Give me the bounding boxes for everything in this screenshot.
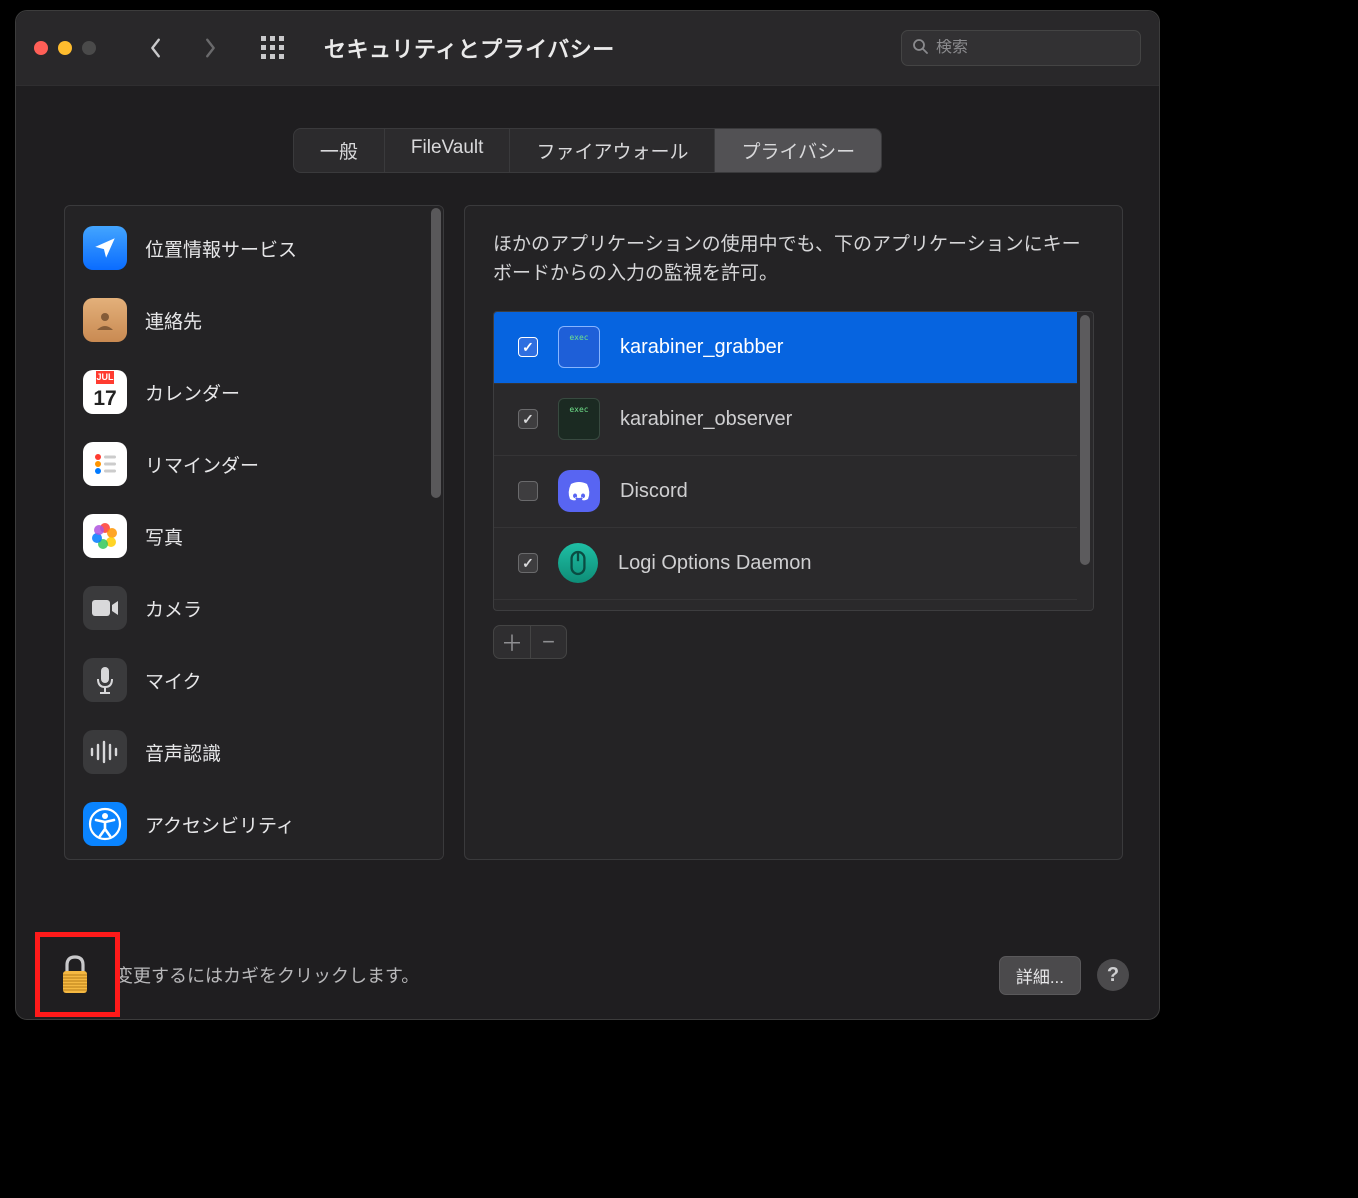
search-icon — [912, 38, 928, 59]
contacts-icon — [83, 298, 127, 342]
sidebar-item-mic[interactable]: マイク — [65, 644, 429, 716]
lock-button[interactable] — [47, 947, 103, 1003]
details-button[interactable]: 詳細... — [999, 956, 1081, 995]
terminal-exec-icon: exec — [558, 326, 600, 368]
close-window-button[interactable] — [34, 41, 48, 55]
toolbar: セキュリティとプライバシー — [16, 11, 1159, 86]
app-name-label: Logi Options Daemon — [618, 552, 811, 575]
panel-description: ほかのアプリケーションの使用中でも、下のアプリケーションにキーボードからの入力の… — [493, 230, 1094, 289]
sidebar-item-photos[interactable]: 写真 — [65, 500, 429, 572]
privacy-category-list: 位置情報サービス 連絡先 JUL 17 カレンダー — [64, 205, 444, 860]
search-field[interactable] — [901, 30, 1141, 66]
sidebar-item-contacts[interactable]: 連絡先 — [65, 284, 429, 356]
zoom-window-button[interactable] — [82, 41, 96, 55]
sidebar-item-label: 音声認識 — [145, 739, 221, 766]
sidebar-item-label: リマインダー — [145, 451, 259, 478]
camera-icon — [83, 586, 127, 630]
tab-filevault[interactable]: FileVault — [385, 129, 511, 172]
search-wrap — [901, 30, 1141, 66]
footer-right: 詳細... ? — [999, 956, 1129, 995]
sidebar-item-calendar[interactable]: JUL 17 カレンダー — [65, 356, 429, 428]
calendar-day-label: 17 — [93, 384, 116, 414]
accessibility-icon — [83, 802, 127, 846]
tabbar: 一般 FileVault ファイアウォール プライバシー — [293, 128, 882, 173]
sidebar-item-location[interactable]: 位置情報サービス — [65, 206, 429, 284]
app-row-karabiner-observer[interactable]: exec karabiner_observer — [494, 384, 1077, 456]
tabbar-wrap: 一般 FileVault ファイアウォール プライバシー — [16, 86, 1159, 173]
app-list-scrollbar[interactable] — [1077, 312, 1093, 610]
location-icon — [83, 226, 127, 270]
privacy-category-scroll[interactable]: 位置情報サービス 連絡先 JUL 17 カレンダー — [65, 206, 429, 859]
search-input[interactable] — [936, 39, 1130, 57]
sidebar-item-label: カレンダー — [145, 379, 240, 406]
help-button[interactable]: ? — [1097, 959, 1129, 991]
reminders-icon — [83, 442, 127, 486]
discord-icon — [558, 470, 600, 512]
sidebar-item-label: 連絡先 — [145, 307, 202, 334]
sidebar-item-label: カメラ — [145, 595, 202, 622]
sidebar-scrollbar[interactable] — [429, 206, 443, 859]
mouse-icon — [558, 543, 598, 583]
traffic-lights — [34, 41, 96, 55]
back-button[interactable] — [142, 34, 170, 62]
remove-app-button[interactable]: − — [530, 626, 566, 658]
tab-general[interactable]: 一般 — [294, 129, 385, 172]
app-checkbox[interactable] — [518, 553, 538, 573]
app-checkbox[interactable] — [518, 337, 538, 357]
app-permission-panel: ほかのアプリケーションの使用中でも、下のアプリケーションにキーボードからの入力の… — [464, 205, 1123, 860]
window-title: セキュリティとプライバシー — [324, 32, 615, 64]
calendar-icon: JUL 17 — [83, 370, 127, 414]
app-name-label: karabiner_observer — [620, 408, 792, 431]
add-remove-group: ＋ − — [493, 625, 567, 659]
lock-text: 変更するにはカギをクリックします。 — [115, 962, 419, 988]
app-list: exec karabiner_grabber exec karabiner_ob… — [493, 311, 1094, 611]
footer: 変更するにはカギをクリックします。 詳細... ? — [41, 947, 1129, 1003]
lock-icon — [55, 953, 95, 997]
sidebar-item-camera[interactable]: カメラ — [65, 572, 429, 644]
add-app-button[interactable]: ＋ — [494, 626, 530, 658]
speech-icon — [83, 730, 127, 774]
app-list-scroll[interactable]: exec karabiner_grabber exec karabiner_ob… — [494, 312, 1077, 610]
calendar-month-label: JUL — [96, 371, 113, 384]
app-row-karabiner-grabber[interactable]: exec karabiner_grabber — [494, 312, 1077, 384]
app-name-label: Discord — [620, 480, 688, 503]
app-row-logi-options[interactable]: Logi Options Daemon — [494, 528, 1077, 600]
app-checkbox[interactable] — [518, 481, 538, 501]
sidebar-item-speech[interactable]: 音声認識 — [65, 716, 429, 788]
content-area: 位置情報サービス 連絡先 JUL 17 カレンダー — [16, 173, 1159, 1019]
sidebar-item-label: 位置情報サービス — [145, 235, 297, 262]
mic-icon — [83, 658, 127, 702]
app-checkbox[interactable] — [518, 409, 538, 429]
sidebar-item-label: アクセシビリティ — [145, 811, 295, 838]
nav-arrows — [142, 34, 224, 62]
forward-button[interactable] — [196, 34, 224, 62]
app-list-scroll-thumb[interactable] — [1080, 315, 1090, 565]
sidebar-scroll-thumb[interactable] — [431, 208, 441, 498]
app-name-label: karabiner_grabber — [620, 336, 783, 359]
app-row-discord[interactable]: Discord — [494, 456, 1077, 528]
terminal-exec-icon: exec — [558, 398, 600, 440]
sidebar-item-label: マイク — [145, 667, 202, 694]
preferences-window: セキュリティとプライバシー 一般 FileVault ファイアウォール プライバ… — [15, 10, 1160, 1020]
tab-firewall[interactable]: ファイアウォール — [510, 129, 715, 172]
tab-privacy[interactable]: プライバシー — [715, 129, 881, 172]
photos-icon — [83, 514, 127, 558]
show-all-button[interactable] — [258, 33, 288, 63]
sidebar-item-reminders[interactable]: リマインダー — [65, 428, 429, 500]
sidebar-item-label: 写真 — [145, 523, 183, 550]
minimize-window-button[interactable] — [58, 41, 72, 55]
list-controls: ＋ − — [493, 625, 1094, 659]
sidebar-item-accessibility[interactable]: アクセシビリティ — [65, 788, 429, 859]
